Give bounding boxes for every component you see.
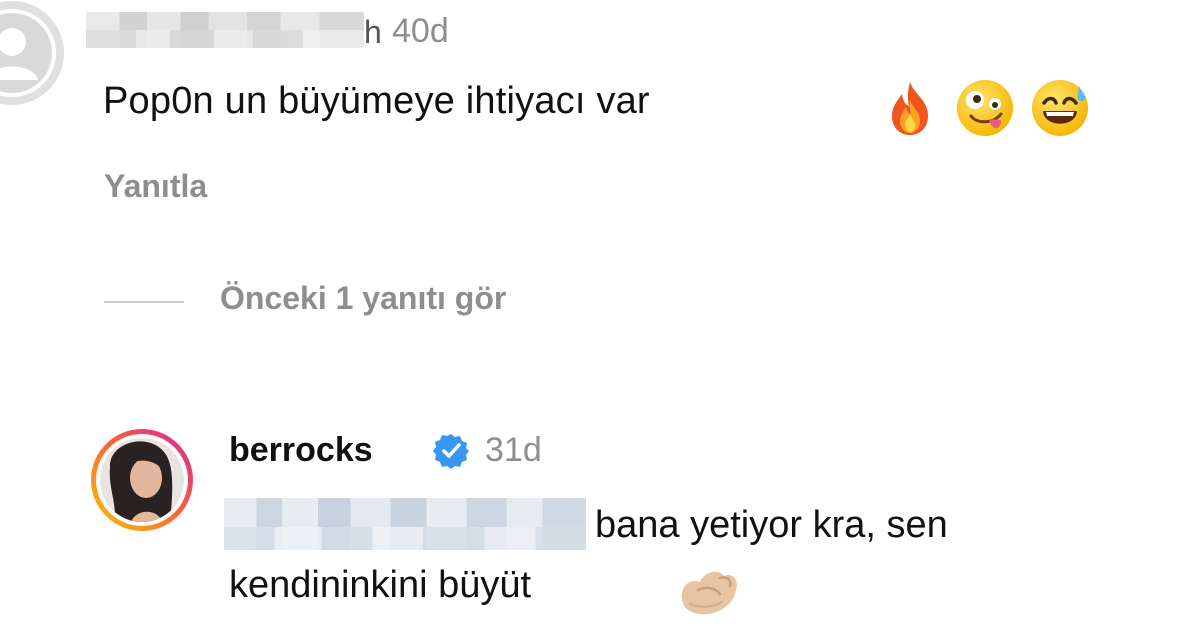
- verified-badge-icon: [432, 432, 470, 470]
- thread-divider-line: [104, 301, 184, 303]
- comment-timestamp: 40d: [392, 12, 449, 50]
- reply-timestamp: 31d: [485, 431, 542, 469]
- fire-emoji-icon: [880, 78, 940, 138]
- reply-button[interactable]: Yanıtla: [104, 168, 207, 205]
- mention-blurred[interactable]: [224, 498, 586, 550]
- commenter-avatar[interactable]: [0, 0, 64, 124]
- reply-username[interactable]: berrocks: [229, 431, 373, 470]
- comment-text: Pop0n un büyümeye ihtiyacı var: [103, 80, 650, 122]
- commenter-username-tail: h: [364, 14, 382, 50]
- pinching-hand-emoji-icon: [676, 560, 746, 618]
- zany-face-emoji-icon: [955, 78, 1015, 138]
- view-previous-replies-button[interactable]: Önceki 1 yanıtı gör: [220, 280, 506, 317]
- commenter-username-blurred[interactable]: [86, 12, 364, 48]
- sweat-smile-emoji-icon: [1030, 78, 1090, 138]
- reply-text-line-2: kendininkini büyüt: [229, 564, 532, 606]
- reply-avatar[interactable]: [90, 428, 194, 532]
- reply-text-line-1: bana yetiyor kra, sen: [595, 504, 948, 546]
